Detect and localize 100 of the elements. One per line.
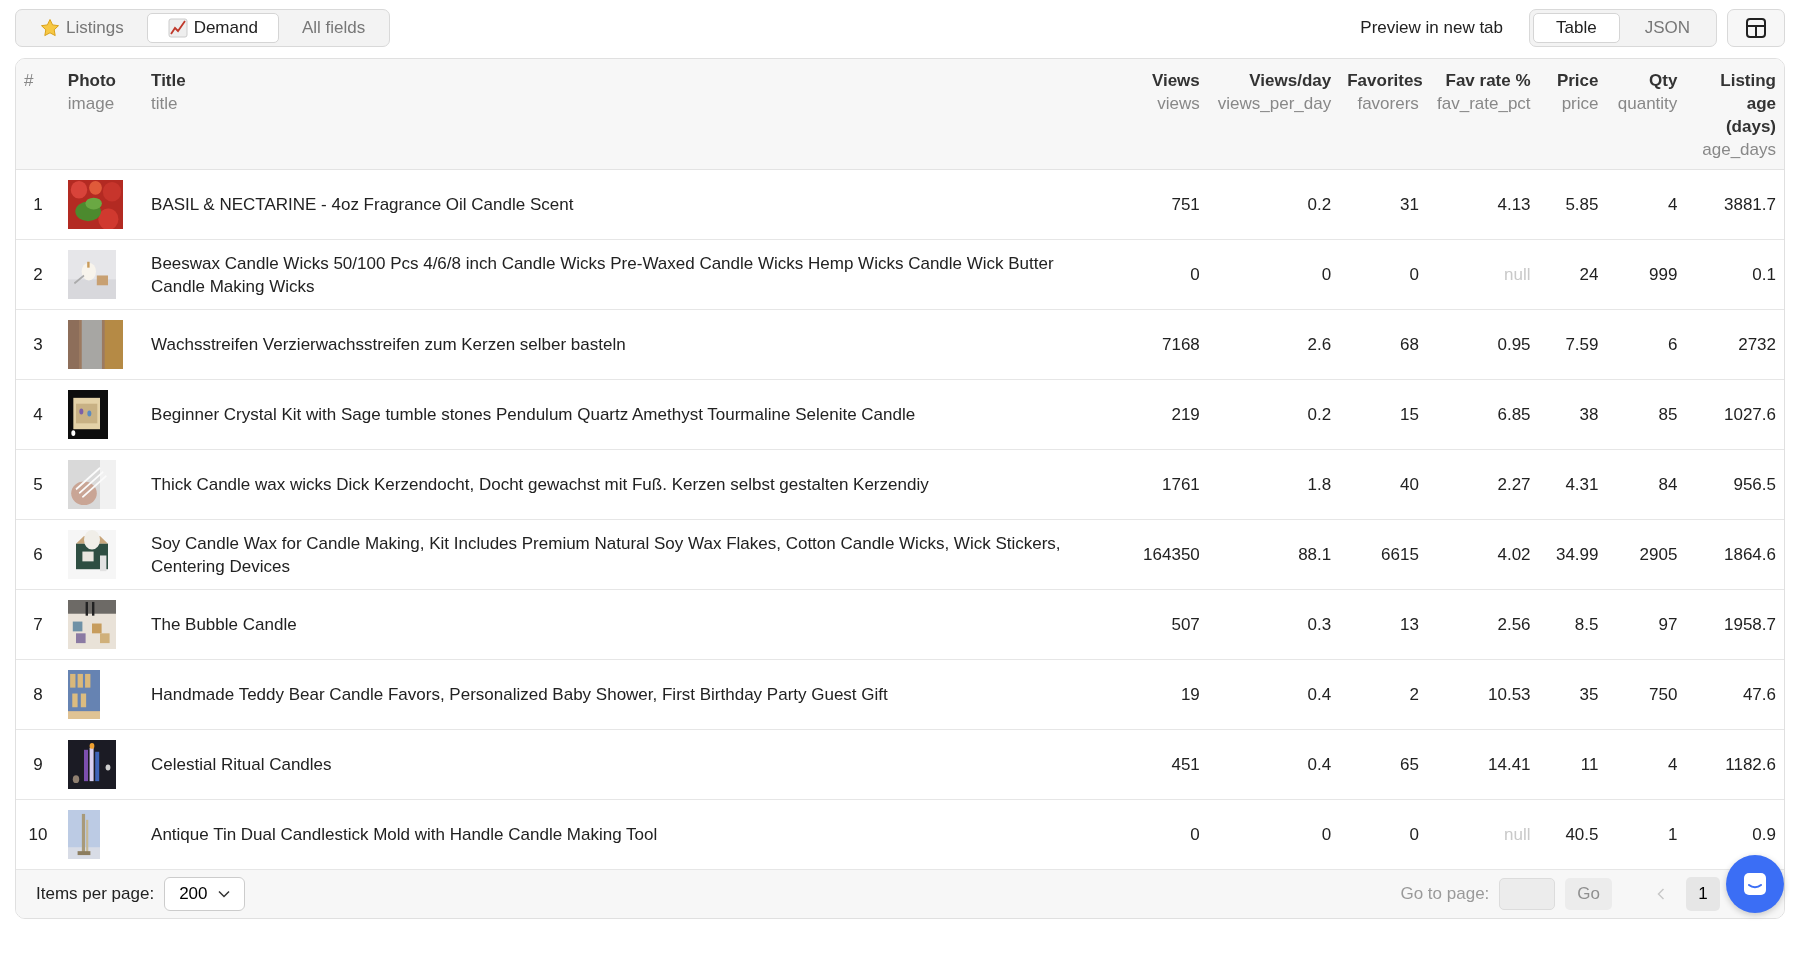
table-cell: 956.5 [1733, 475, 1776, 494]
table-cell: 3881.7 [1724, 195, 1776, 214]
table-cell: 0 [1409, 265, 1419, 284]
items-per-page-label: Items per page: [36, 884, 155, 904]
chat-button[interactable] [1726, 855, 1784, 913]
items-per-page-select[interactable]: 200 [164, 877, 245, 911]
column-field: favorers [1347, 92, 1419, 115]
star-icon [40, 18, 60, 38]
view-tab[interactable]: All fields [280, 13, 387, 43]
table-cell: 0.1 [1752, 265, 1776, 284]
table-cell: 19 [1180, 685, 1200, 704]
column-header[interactable]: Listing age (days) [1693, 69, 1776, 138]
preview-link[interactable]: Preview in new tab [1360, 18, 1503, 38]
table-cell: 507 [1171, 615, 1200, 634]
table-cell: 2.6 [1307, 335, 1332, 354]
table-cell: 1958.7 [1724, 615, 1776, 634]
table-cell: 1.8 [1307, 475, 1332, 494]
table-cell: 4.02 [1497, 545, 1531, 564]
listing-title: The Bubble Candle [151, 615, 297, 634]
table-cell: 0.4 [1307, 755, 1332, 774]
listing-title: Beeswax Candle Wicks 50/100 Pcs 4/6/8 inch Candle Wicks Pre-Waxed Candle Wicks Hemp Wicks Candle Wick Butter Candle Making Wicks [151, 253, 1054, 296]
table-cell: 2905 [1639, 545, 1678, 564]
chevron-left-icon [1657, 888, 1665, 900]
table-cell: 2732 [1738, 335, 1776, 354]
column-header[interactable]: Photo [67, 69, 136, 92]
listing-title: Soy Candle Wax for Candle Making, Kit Includes Premium Natural Soy Wax Flakes, Cotton Candle Wicks, Wick Stickers, Centering Devices [151, 533, 1061, 576]
chat-icon [1742, 871, 1768, 897]
row-number: 2 [33, 265, 43, 284]
table-cell: 34.99 [1555, 545, 1599, 564]
table-cell: 6615 [1381, 545, 1419, 564]
column-field: price [1546, 92, 1599, 115]
table-cell: 999 [1648, 265, 1678, 284]
row-number: 3 [33, 335, 43, 354]
table-cell: 7.59 [1565, 335, 1599, 354]
table-cell: 24 [1579, 265, 1599, 284]
table-cell: 5.85 [1565, 195, 1599, 214]
table-cell: 0 [1409, 825, 1419, 844]
table-cell: 38 [1579, 405, 1599, 424]
table-cell: 13 [1399, 615, 1419, 634]
column-header[interactable]: Qty [1614, 69, 1678, 92]
column-field: age_days [1693, 138, 1776, 161]
table-cell: 2 [1409, 685, 1419, 704]
table-cell: 2.56 [1497, 615, 1531, 634]
table-cell: 0.3 [1307, 615, 1332, 634]
table-cell: 6 [1667, 335, 1678, 354]
chevron-down-icon [217, 890, 230, 898]
table-cell: 0.95 [1497, 335, 1531, 354]
table-cell: 31 [1399, 195, 1419, 214]
column-field: views_per_day [1215, 92, 1332, 115]
table-cell: 1761 [1161, 475, 1200, 494]
table-cell: 47.6 [1742, 685, 1776, 704]
table-cell: 4 [1667, 755, 1678, 774]
column-header[interactable]: Views/day [1215, 69, 1332, 92]
table-cell: 40.5 [1565, 825, 1599, 844]
table-cell: 219 [1171, 405, 1200, 424]
row-number: 10 [28, 825, 48, 844]
table-cell: 164350 [1143, 545, 1200, 564]
column-field: fav_rate_pct [1434, 92, 1531, 115]
view-tab[interactable]: Listings [19, 13, 145, 43]
column-header[interactable]: Title [151, 69, 1097, 92]
table-cell: 1 [1667, 825, 1678, 844]
table-cell: 0.4 [1307, 685, 1332, 704]
table-cell: 40 [1399, 475, 1419, 494]
table-cell: 0 [1321, 265, 1332, 284]
table-cell: 84 [1658, 475, 1678, 494]
row-number: 7 [33, 615, 43, 634]
table-cell: 15 [1399, 405, 1419, 424]
listing-title: BASIL & NECTARINE - 4oz Fragrance Oil Candle Scent [151, 195, 574, 214]
table-cell: 14.41 [1488, 755, 1531, 774]
listing-title: Thick Candle wax wicks Dick Kerzendocht, Docht gewachst mit Fuß. Kerzen selbst gestalten Kerzendiy [151, 475, 929, 494]
format-tab[interactable]: Table [1533, 13, 1620, 43]
layout-icon [1745, 17, 1767, 39]
go-to-page-label: Go to page: [1400, 884, 1490, 904]
page-button[interactable]: 1 [1686, 877, 1720, 911]
column-field: views [1112, 92, 1200, 115]
table-cell: 0.2 [1307, 405, 1332, 424]
table-cell: 11 [1580, 755, 1599, 774]
table-cell: 10.53 [1488, 685, 1531, 704]
table-cell: 85 [1658, 405, 1678, 424]
table-cell: 0.2 [1307, 195, 1332, 214]
table-cell: 4.31 [1565, 475, 1599, 494]
format-tab[interactable]: JSON [1621, 13, 1713, 43]
column-field: title [151, 92, 1097, 115]
table-cell: 451 [1171, 755, 1200, 774]
table-cell: 8.5 [1574, 615, 1599, 634]
view-tab[interactable]: Demand [146, 13, 279, 43]
table-cell: 4.13 [1497, 195, 1531, 214]
listing-title: Beginner Crystal Kit with Sage tumble stones Pendulum Quartz Amethyst Tourmaline Selenite Candle [151, 405, 916, 424]
column-field: quantity [1614, 92, 1678, 115]
column-header[interactable]: Fav rate % [1434, 69, 1531, 92]
table-cell: 2.27 [1497, 475, 1531, 494]
column-header[interactable]: Views [1112, 69, 1200, 92]
column-header[interactable]: Price [1546, 69, 1599, 92]
listing-title: Wachsstreifen Verzierwachsstreifen zum Kerzen selber basteln [151, 335, 626, 354]
chart-icon [167, 18, 188, 38]
table-cell: 1864.6 [1724, 545, 1776, 564]
row-number: 5 [33, 475, 43, 494]
listing-title: Antique Tin Dual Candlestick Mold with Handle Candle Making Tool [151, 825, 658, 844]
table-cell: 68 [1399, 335, 1419, 354]
layout-button[interactable] [1727, 9, 1785, 47]
